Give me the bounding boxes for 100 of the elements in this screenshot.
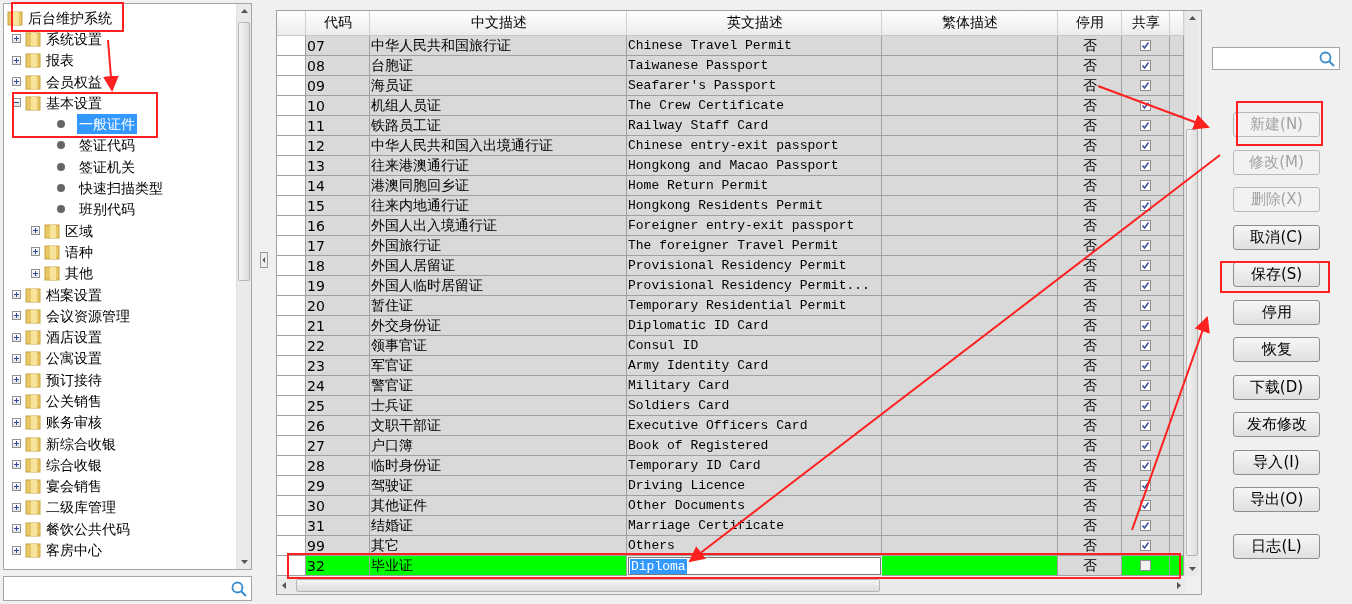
tree-item[interactable]: 语种 [63,241,95,262]
expander-icon[interactable] [12,332,21,342]
row-header[interactable] [277,336,306,356]
row-header[interactable] [277,456,306,476]
search-icon[interactable] [231,580,247,597]
expander-icon[interactable] [12,353,21,363]
tree-item[interactable]: 后台维护系统 [26,7,114,28]
checkbox[interactable] [1140,460,1151,471]
tree-item[interactable]: 客房中心 [44,540,104,561]
tree-item[interactable]: 签证机关 [77,156,137,177]
expander-icon[interactable] [12,34,21,44]
tree-item[interactable]: 账务审核 [44,412,104,433]
row-header[interactable] [277,136,306,156]
column-header[interactable]: 共享 [1122,11,1170,36]
expander-icon[interactable] [31,268,40,278]
checkbox[interactable] [1140,120,1151,131]
search-icon[interactable] [1319,50,1335,67]
expander-icon[interactable] [12,545,21,555]
expander-icon[interactable] [12,481,21,491]
checkbox[interactable] [1140,180,1151,191]
row-header[interactable] [277,156,306,176]
action-button[interactable]: 导入(I) [1233,449,1320,475]
expander-icon[interactable] [12,396,21,406]
search-field[interactable] [1212,47,1340,70]
row-header[interactable] [277,36,306,56]
action-button[interactable]: 下载(D) [1233,374,1320,400]
checkbox[interactable] [1140,200,1151,211]
checkbox[interactable] [1140,260,1151,271]
row-header[interactable] [277,76,306,96]
scrollbar[interactable] [236,4,251,569]
expander-icon[interactable] [12,439,21,449]
expander-icon[interactable] [12,311,21,321]
tree-item[interactable]: 会员权益 [44,71,104,92]
action-button[interactable]: 日志(L) [1233,533,1320,559]
tree-item[interactable]: 酒店设置 [44,327,104,348]
tree-item[interactable]: 基本设置 [44,92,104,113]
tree-item[interactable]: 新综合收银 [44,433,118,454]
row-header[interactable] [277,496,306,516]
tree-item[interactable]: 档案设置 [44,284,104,305]
checkbox[interactable] [1140,400,1151,411]
checkbox[interactable] [1140,240,1151,251]
row-header[interactable] [277,416,306,436]
checkbox[interactable] [1140,440,1151,451]
row-header[interactable] [277,56,306,76]
checkbox[interactable] [1140,220,1151,231]
row-header[interactable] [277,396,306,416]
column-header[interactable]: 英文描述 [627,11,882,36]
column-header[interactable]: 繁体描述 [882,11,1058,36]
tree-item[interactable]: 报表 [44,50,76,71]
checkbox[interactable] [1140,560,1151,571]
row-header[interactable] [277,256,306,276]
checkbox[interactable] [1140,100,1151,111]
tree-item[interactable]: 其他 [63,263,95,284]
checkbox[interactable] [1140,160,1151,171]
row-header[interactable] [277,176,306,196]
row-header[interactable] [277,316,306,336]
row-header[interactable] [277,356,306,376]
tree-item[interactable]: 餐饮公共代码 [44,518,132,539]
tree-item[interactable]: 公寓设置 [44,348,104,369]
tree-item[interactable]: 二级库管理 [44,497,118,518]
checkbox[interactable] [1140,40,1151,51]
tree-item[interactable]: 综合收银 [44,454,104,475]
row-header[interactable] [277,376,306,396]
column-header[interactable]: 中文描述 [370,11,627,36]
search-field[interactable] [3,576,252,601]
row-header[interactable] [277,436,306,456]
expander-icon[interactable] [12,524,21,534]
expander-icon[interactable] [12,290,21,299]
tree-item[interactable]: 快速扫描类型 [77,178,165,198]
tree-item[interactable]: 宴会销售 [44,476,104,497]
action-button[interactable]: 发布修改 [1233,412,1320,437]
row-header[interactable] [277,296,306,316]
expander-icon[interactable] [12,55,21,65]
expander-icon[interactable] [12,77,21,87]
row-header[interactable] [277,116,306,136]
checkbox[interactable] [1140,500,1151,511]
action-button[interactable]: 导出(O) [1233,487,1320,512]
checkbox[interactable] [1140,280,1151,291]
checkbox[interactable] [1140,520,1151,531]
checkbox[interactable] [1140,480,1151,491]
checkbox[interactable] [1140,320,1151,331]
row-header[interactable] [277,476,306,496]
row-header[interactable] [277,536,306,556]
checkbox[interactable] [1140,140,1151,151]
column-header[interactable]: 代码 [306,11,370,36]
row-header[interactable] [277,276,306,296]
checkbox[interactable] [1140,60,1151,71]
action-button[interactable]: 停用 [1233,299,1320,325]
checkbox[interactable] [1140,340,1151,351]
row-header[interactable] [277,556,306,576]
row-header[interactable] [277,196,306,216]
checkbox[interactable] [1140,300,1151,311]
checkbox[interactable] [1140,360,1151,371]
checkbox[interactable] [1140,380,1151,391]
action-button[interactable]: 取消(C) [1233,224,1320,250]
row-header[interactable] [277,96,306,116]
expander-icon[interactable] [12,375,21,385]
expander-icon[interactable] [12,502,21,512]
expander-icon[interactable] [31,226,40,236]
action-button[interactable]: 保存(S) [1233,262,1320,287]
